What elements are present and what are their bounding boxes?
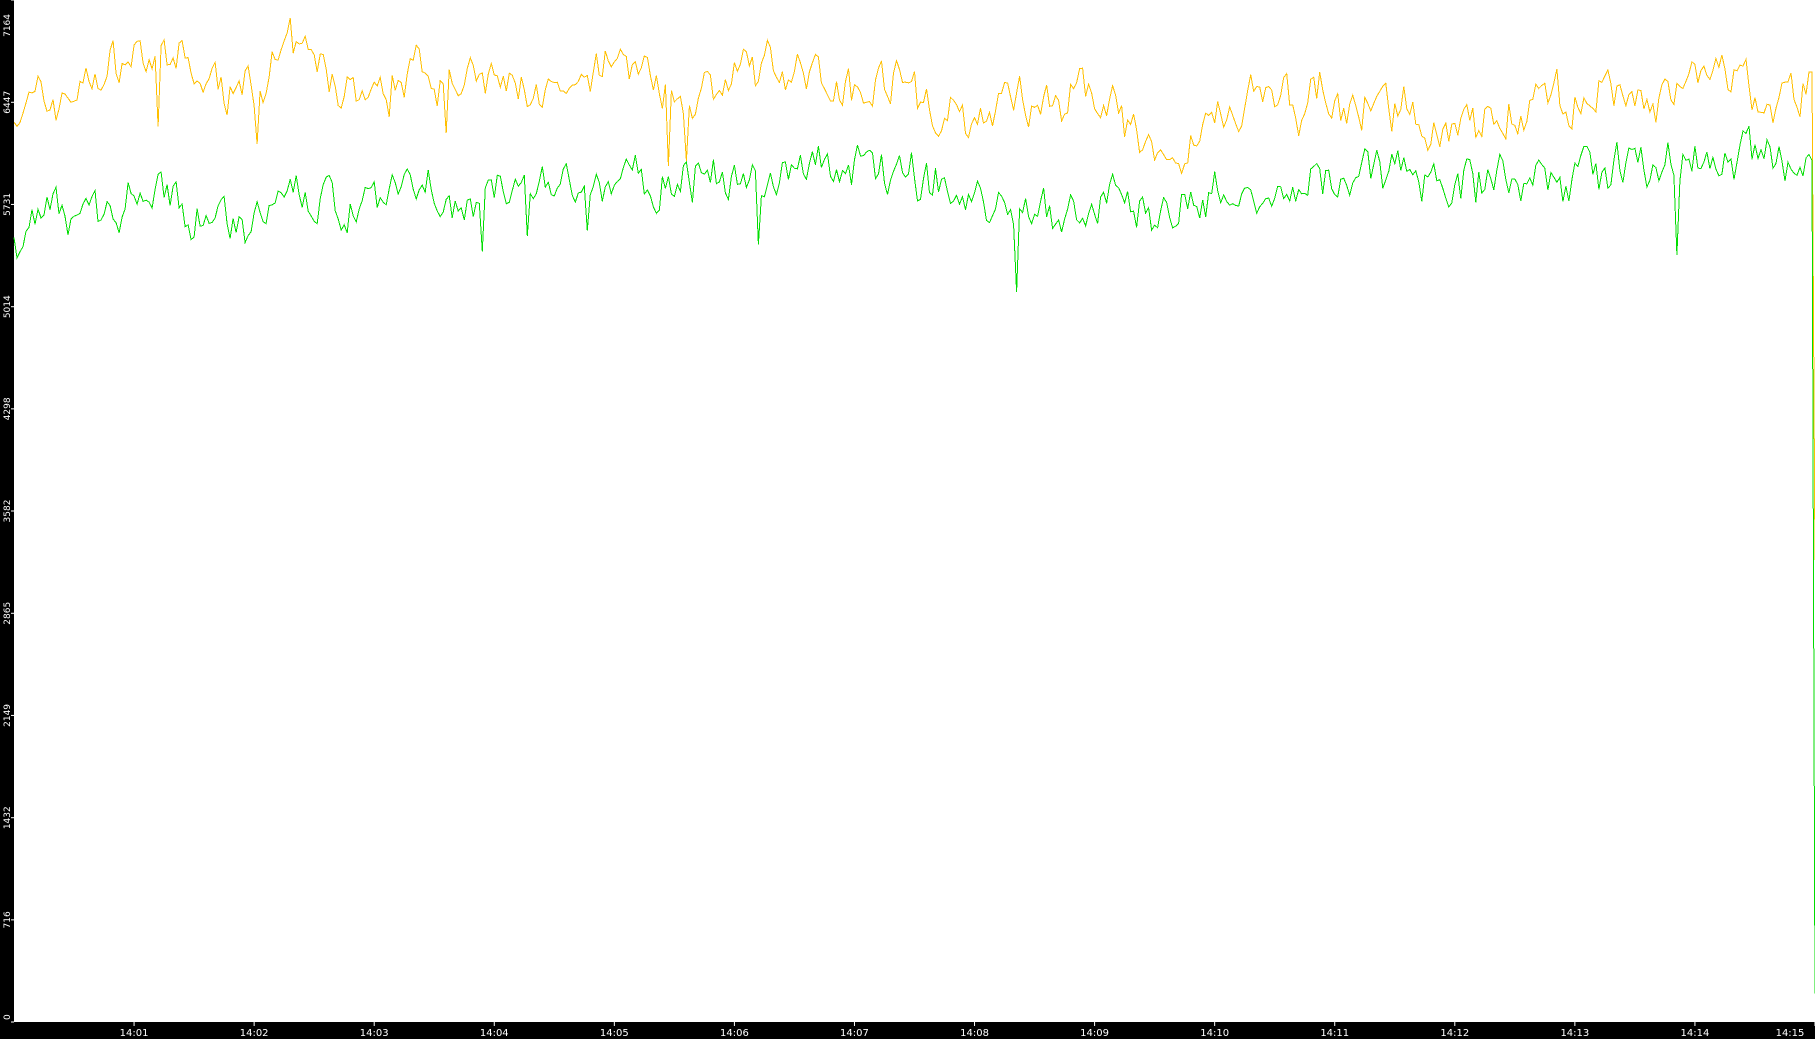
y-tick-label: 7164 xyxy=(3,14,13,37)
x-tick-label: 14:06 xyxy=(720,1028,749,1039)
x-tick-label: 14:10 xyxy=(1200,1028,1229,1039)
x-tick-label: 14:03 xyxy=(360,1028,389,1039)
x-tick-label: 14:15 xyxy=(1776,1028,1805,1039)
x-tick-label: 14:02 xyxy=(240,1028,269,1039)
x-tick-label: 14:09 xyxy=(1080,1028,1109,1039)
x-tick-label: 14:05 xyxy=(600,1028,629,1039)
y-tick-label: 2865 xyxy=(3,602,13,625)
x-tick-label: 14:04 xyxy=(480,1028,509,1039)
y-tick-label: 5731 xyxy=(3,193,13,216)
x-tick-label: 14:11 xyxy=(1320,1028,1349,1039)
y-tick-label: 4298 xyxy=(3,397,13,420)
y-tick-label: 716 xyxy=(3,911,13,928)
plot-area xyxy=(14,0,1815,1022)
x-tick-label: 14:01 xyxy=(120,1028,149,1039)
x-tick-label: 14:14 xyxy=(1681,1028,1710,1039)
y-tick-label: 5014 xyxy=(3,295,13,318)
y-tick-label: 0 xyxy=(3,1014,13,1020)
y-tick-label: 1432 xyxy=(3,806,13,829)
y-tick-label: 6447 xyxy=(3,91,13,114)
x-tick-label: 14:07 xyxy=(840,1028,869,1039)
chart-svg: 0 716 1432 2149 2865 3582 4298 5014 5731 6447 7164… xyxy=(0,0,1815,1039)
x-tick-label: 14:13 xyxy=(1560,1028,1589,1039)
x-tick-label: 14:08 xyxy=(960,1028,989,1039)
x-tick-label: 14:12 xyxy=(1440,1028,1469,1039)
y-tick-label: 2149 xyxy=(3,704,13,727)
y-tick-label: 3582 xyxy=(3,500,13,523)
line-chart: 0 716 1432 2149 2865 3582 4298 5014 5731 6447 7164… xyxy=(0,0,1815,1039)
